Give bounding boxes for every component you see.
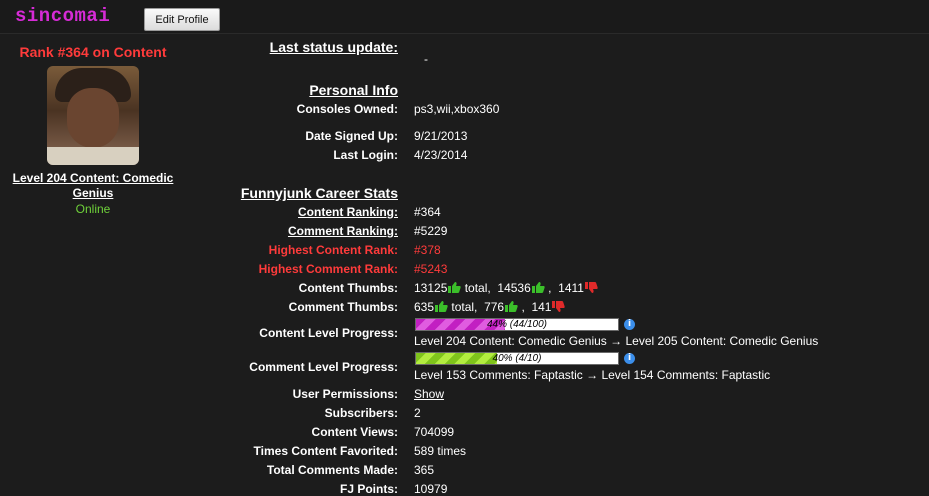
highest-content-value: #378 bbox=[414, 243, 441, 257]
fj-points-label: FJ Points: bbox=[339, 482, 398, 496]
content-thumbs-label: Content Thumbs: bbox=[298, 281, 398, 295]
comment-level-to: Level 154 Comments: Faptastic bbox=[601, 368, 771, 382]
signed-up-value: 9/21/2013 bbox=[414, 129, 468, 143]
content-level-transition: Level 204 Content: Comedic Genius → Leve… bbox=[414, 334, 818, 348]
arrow-icon: → bbox=[610, 334, 623, 348]
comment-ranking-link[interactable]: Comment Ranking: bbox=[288, 224, 398, 238]
comment-ranking-value: #5229 bbox=[414, 224, 448, 238]
last-login-label: Last Login: bbox=[333, 148, 398, 162]
favorited-value: 589 times bbox=[414, 444, 467, 458]
content-progress-text: 44% (44/100) bbox=[486, 319, 548, 330]
comment-thumbs-sep: , bbox=[521, 300, 525, 314]
comment-level-from: Level 153 Comments: Faptastic bbox=[414, 368, 583, 382]
rank-title: Rank #364 on Content bbox=[19, 44, 167, 60]
content-progress-info-icon[interactable]: i bbox=[624, 319, 635, 330]
level-link[interactable]: Level 204 Content: Comedic Genius bbox=[0, 171, 186, 201]
thumbs-down-icon bbox=[552, 301, 566, 312]
comment-thumbs-label: Comment Thumbs: bbox=[288, 300, 398, 314]
online-status: Online bbox=[75, 202, 111, 216]
arrow-icon: → bbox=[586, 368, 599, 382]
highest-content-label: Highest Content Rank: bbox=[268, 243, 398, 257]
content-level-from: Level 204 Content: Comedic Genius bbox=[414, 334, 607, 348]
subscribers-label: Subscribers: bbox=[324, 406, 398, 420]
avatar[interactable] bbox=[47, 66, 139, 165]
comment-progress-label: Comment Level Progress: bbox=[249, 360, 398, 374]
comment-thumbs-value: 635 total, 776 , 141 bbox=[414, 300, 566, 314]
personal-info-heading: Personal Info bbox=[309, 82, 398, 98]
signed-up-label: Date Signed Up: bbox=[305, 129, 398, 143]
avatar-shirt bbox=[47, 147, 139, 165]
comment-progress-bar: 40% (4/10) bbox=[415, 352, 619, 365]
thumbs-up-icon bbox=[448, 282, 462, 293]
content-progress-label: Content Level Progress: bbox=[259, 326, 398, 340]
thumbs-down-icon bbox=[584, 282, 598, 293]
content-views-value: 704099 bbox=[414, 425, 455, 439]
content-thumbs-up: 14536 bbox=[497, 281, 531, 295]
comment-thumbs-total-suffix: total, bbox=[448, 300, 478, 314]
fj-points-value: 10979 bbox=[414, 482, 448, 496]
highest-comment-label: Highest Comment Rank: bbox=[258, 262, 398, 276]
content-thumbs-total: 13125 bbox=[414, 281, 448, 295]
career-stats-heading: Funnyjunk Career Stats bbox=[240, 185, 398, 201]
avatar-face bbox=[67, 88, 119, 148]
content-thumbs-total-suffix: total, bbox=[461, 281, 491, 295]
subscribers-value: 2 bbox=[414, 406, 421, 420]
content-ranking-link[interactable]: Content Ranking: bbox=[298, 205, 398, 219]
content-level-to: Level 205 Content: Comedic Genius bbox=[625, 334, 819, 348]
content-thumbs-sep: , bbox=[548, 281, 552, 295]
content-progress-bar: 44% (44/100) bbox=[415, 318, 619, 331]
comment-thumbs-total: 635 bbox=[414, 300, 435, 314]
total-comments-value: 365 bbox=[414, 463, 435, 477]
favorited-label: Times Content Favorited: bbox=[253, 444, 398, 458]
thumbs-up-icon bbox=[505, 301, 518, 312]
comment-thumbs-down: 141 bbox=[531, 300, 552, 314]
content-views-label: Content Views: bbox=[311, 425, 398, 439]
comment-progress-text: 40% (4/10) bbox=[492, 353, 542, 364]
username: sincomai bbox=[15, 5, 111, 27]
total-comments-label: Total Comments Made: bbox=[266, 463, 398, 477]
comment-progress-info-icon[interactable]: i bbox=[624, 353, 635, 364]
thumbs-up-icon bbox=[531, 282, 545, 293]
content-ranking-value: #364 bbox=[414, 205, 441, 219]
consoles-label: Consoles Owned: bbox=[296, 102, 398, 116]
comment-thumbs-up: 776 bbox=[484, 300, 505, 314]
highest-comment-value: #5243 bbox=[414, 262, 448, 276]
edit-profile-button[interactable]: Edit Profile bbox=[144, 8, 220, 31]
content-thumbs-value: 13125 total, 14536 , 1411 bbox=[414, 281, 598, 295]
profile-sidebar: Rank #364 on Content Level 204 Content: … bbox=[0, 44, 186, 216]
thumbs-up-icon bbox=[435, 301, 448, 312]
last-status-value: - bbox=[424, 52, 428, 66]
last-status-label: Last status update: bbox=[269, 39, 398, 55]
last-login-value: 4/23/2014 bbox=[414, 148, 468, 162]
comment-level-transition: Level 153 Comments: Faptastic → Level 15… bbox=[414, 368, 770, 382]
top-bar: sincomai Edit Profile bbox=[0, 0, 929, 34]
content-thumbs-down: 1411 bbox=[558, 281, 584, 295]
consoles-value: ps3,wii,xbox360 bbox=[414, 102, 500, 116]
permissions-show-link[interactable]: Show bbox=[414, 387, 444, 401]
permissions-label: User Permissions: bbox=[292, 387, 398, 401]
